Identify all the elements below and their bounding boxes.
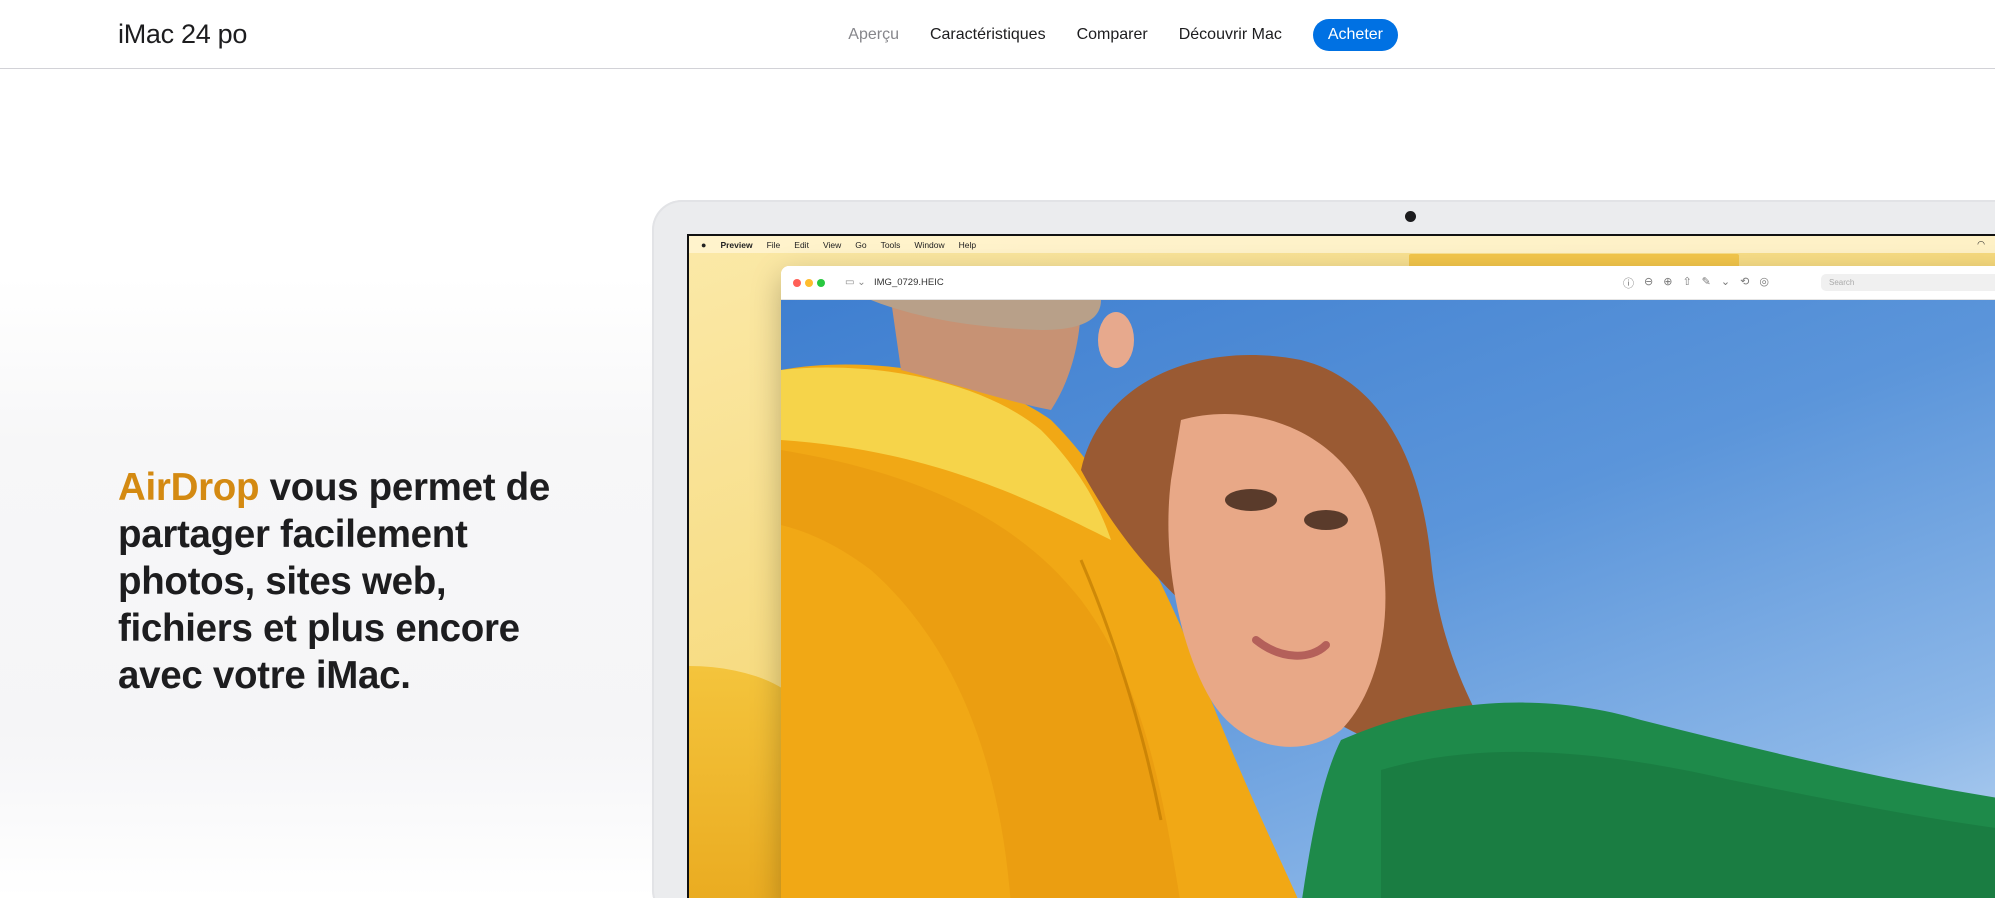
zoom-in-icon: ⊕ (1663, 276, 1673, 288)
nav-link-caracteristiques[interactable]: Caractéristiques (930, 26, 1046, 44)
wifi-icon: ◠ (1977, 239, 1985, 249)
preview-filename: IMG_0729.HEIC (874, 277, 944, 288)
photo-illustration (781, 300, 1995, 898)
chevron-down-icon: ⌄ (1720, 276, 1731, 288)
product-title[interactable]: iMac 24 po (118, 19, 247, 50)
nav-link-decouvrir-mac[interactable]: Découvrir Mac (1179, 26, 1282, 44)
zoom-out-icon: ⊖ (1644, 276, 1654, 288)
nav-link-apercu[interactable]: Aperçu (848, 26, 899, 44)
zoom-window-icon (817, 279, 825, 287)
rotate-icon: ⟲ (1740, 276, 1750, 288)
sidebar-toggle-icon: ▭ ⌄ (845, 277, 866, 288)
local-nav-menu: Aperçu Caractéristiques Comparer Découvr… (848, 0, 1398, 69)
local-nav: iMac 24 po Aperçu Caractéristiques Compa… (0, 0, 1995, 69)
airdrop-headline: AirDrop vous permet de partager facileme… (118, 464, 578, 699)
info-icon: ⓘ (1623, 278, 1634, 290)
mac-menubar: ● Preview File Edit View Go Tools Window… (689, 236, 1995, 253)
menubar-item-edit: Edit (794, 239, 809, 250)
markup-icon: ✎ (1701, 276, 1711, 288)
menubar-item-file: File (766, 239, 781, 250)
menubar-item-window: Window (914, 239, 945, 250)
menubar-item-tools: Tools (880, 239, 901, 250)
camera-icon (1405, 211, 1416, 222)
share-icon: ⇧ (1682, 276, 1692, 288)
buy-button[interactable]: Acheter (1312, 18, 1398, 51)
menubar-app-name: Preview (720, 239, 753, 250)
menubar-item-go: Go (855, 239, 867, 250)
apple-logo-icon: ● (701, 239, 707, 250)
annotate-icon: ◎ (1759, 276, 1769, 288)
menubar-item-view: View (822, 239, 842, 250)
nav-link-comparer[interactable]: Comparer (1077, 26, 1148, 44)
headline-accent: AirDrop (118, 466, 260, 509)
preview-window: ▭ ⌄ IMG_0729.HEIC ⓘ ⊖ ⊕ ⇧ ✎ ⌄ ⟲ ◎ Search (781, 266, 1995, 898)
minimize-window-icon (805, 279, 813, 287)
close-window-icon (793, 279, 801, 287)
preview-toolbar: ⓘ ⊖ ⊕ ⇧ ✎ ⌄ ⟲ ◎ (1623, 275, 1769, 291)
menubar-item-help: Help (958, 239, 977, 250)
imac-screen: ● Preview File Edit View Go Tools Window… (687, 234, 1995, 898)
preview-titlebar: ▭ ⌄ IMG_0729.HEIC ⓘ ⊖ ⊕ ⇧ ✎ ⌄ ⟲ ◎ Search (781, 266, 1995, 300)
preview-photo (781, 300, 1995, 898)
preview-search-field: Search (1821, 274, 1995, 291)
